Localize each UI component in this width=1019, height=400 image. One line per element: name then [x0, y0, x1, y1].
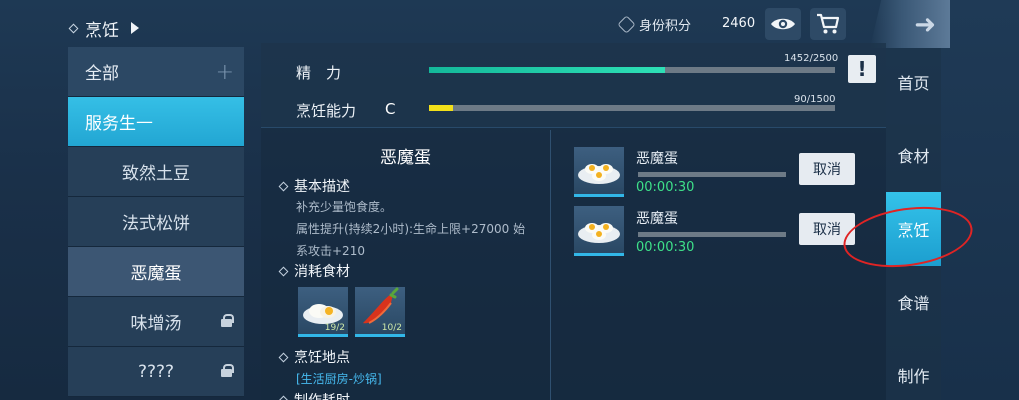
- minus-icon: —: [136, 111, 153, 132]
- recipe-item[interactable]: 法式松饼: [68, 197, 244, 247]
- queue-thumb: [574, 206, 624, 256]
- time-heading: 制作耗时: [278, 390, 350, 400]
- location-heading-text: 烹饪地点: [294, 350, 350, 366]
- desc-line: 系攻击+210: [296, 244, 365, 258]
- ingredients-heading: 消耗食材: [278, 261, 350, 281]
- badge-icon: [617, 14, 636, 34]
- play-triangle-icon[interactable]: [131, 22, 139, 34]
- cooking-location[interactable]: [生活厨房-炒锅]: [296, 370, 382, 387]
- time-heading-text: 制作耗时: [294, 390, 350, 400]
- info-button[interactable]: !: [848, 55, 876, 83]
- nav-make[interactable]: 制作: [886, 339, 941, 400]
- cooking-ability-bar-fill: [429, 105, 454, 111]
- energy-bar: [429, 67, 835, 73]
- cancel-button[interactable]: 取消: [799, 153, 855, 185]
- cooking-grade: C: [385, 100, 396, 118]
- queue-progress-bar: [638, 172, 786, 177]
- location-heading: 烹饪地点: [278, 347, 350, 367]
- recipe-item[interactable]: 致然土豆: [68, 147, 244, 197]
- diamond-icon: [68, 23, 79, 33]
- lock-icon: [221, 364, 234, 377]
- category-all[interactable]: 全部 +: [68, 47, 244, 97]
- queue-thumb: [574, 147, 624, 197]
- cooking-ability-value: 90/1500: [794, 94, 836, 105]
- deviled-egg-icon: [578, 164, 620, 184]
- ingredient-slot[interactable]: 10/2: [355, 287, 405, 337]
- recipe-item[interactable]: ????: [68, 347, 244, 397]
- right-edge-panel: [941, 0, 1019, 400]
- queue-timer: 00:00:30: [636, 180, 695, 195]
- ingredients-heading-text: 消耗食材: [294, 264, 350, 280]
- plus-icon: +: [215, 60, 234, 85]
- ingredient-slot[interactable]: 19/2: [298, 287, 348, 337]
- desc-line: 补充少量饱食度。: [296, 200, 393, 214]
- cooking-ability-bar: [429, 105, 835, 111]
- recipe-item-label: 致然土豆: [122, 164, 190, 184]
- energy-value: 1452/2500: [784, 53, 839, 64]
- back-arrow-icon: ➜: [914, 10, 936, 40]
- queue-timer: 00:00:30: [636, 240, 695, 255]
- cart-icon: [817, 13, 840, 34]
- desc-line: 属性提升(持续2小时):生命上限+27000 始: [296, 222, 526, 236]
- breadcrumb-title: 烹饪: [85, 20, 119, 41]
- ingredient-count: 19/2: [324, 323, 345, 333]
- deviled-egg-icon: [578, 223, 620, 243]
- category-list: 全部 + 服务生 — 致然土豆 法式松饼 恶魔蛋 味增汤 ????: [68, 47, 244, 397]
- ingredient-count: 10/2: [381, 323, 402, 333]
- diamond-bullet-icon: [278, 266, 289, 276]
- basic-desc-heading-text: 基本描述: [294, 179, 350, 195]
- recipe-item-selected[interactable]: 恶魔蛋: [68, 247, 244, 297]
- score-value: 2460: [722, 16, 756, 31]
- queue-progress-bar: [638, 232, 786, 237]
- recipe-item-label: ????: [137, 361, 175, 382]
- identity-score: 身份积分: [617, 14, 692, 34]
- diamond-bullet-icon: [278, 352, 289, 362]
- category-waiter[interactable]: 服务生 —: [68, 97, 244, 147]
- cooking-ability-label: 烹饪能力: [296, 102, 357, 120]
- energy-bar-fill: [429, 67, 665, 73]
- cart-button[interactable]: [810, 8, 846, 40]
- diamond-bullet-icon: [278, 181, 289, 191]
- back-button[interactable]: ➜: [870, 0, 950, 48]
- basic-desc-heading: 基本描述: [278, 176, 350, 196]
- dish-title: 恶魔蛋: [380, 148, 431, 168]
- recipe-item-label: 法式松饼: [122, 214, 190, 234]
- category-all-label: 全部: [85, 64, 119, 84]
- queue-dish-name: 恶魔蛋: [636, 211, 678, 227]
- panel-divider: [550, 130, 551, 400]
- diamond-bullet-icon: [278, 395, 289, 400]
- queue-dish-name: 恶魔蛋: [636, 151, 678, 167]
- category-waiter-label: 服务生: [85, 114, 136, 134]
- nav-ingredients[interactable]: 食材: [886, 119, 941, 191]
- dish-description: 补充少量饱食度。 属性提升(持续2小时):生命上限+27000 始 系攻击+21…: [296, 196, 525, 262]
- eye-icon: [771, 18, 795, 30]
- nav-home[interactable]: 首页: [886, 46, 941, 118]
- eye-button[interactable]: [765, 8, 801, 40]
- recipe-item-label: 味增汤: [130, 314, 182, 334]
- score-label: 身份积分: [639, 18, 692, 34]
- recipe-item[interactable]: 味增汤: [68, 297, 244, 347]
- recipe-item-label: 恶魔蛋: [130, 264, 182, 284]
- breadcrumb[interactable]: 烹饪: [68, 14, 139, 42]
- energy-label: 精 力: [296, 64, 342, 82]
- nav-recipes[interactable]: 食谱: [886, 266, 941, 338]
- lock-icon: [221, 314, 234, 327]
